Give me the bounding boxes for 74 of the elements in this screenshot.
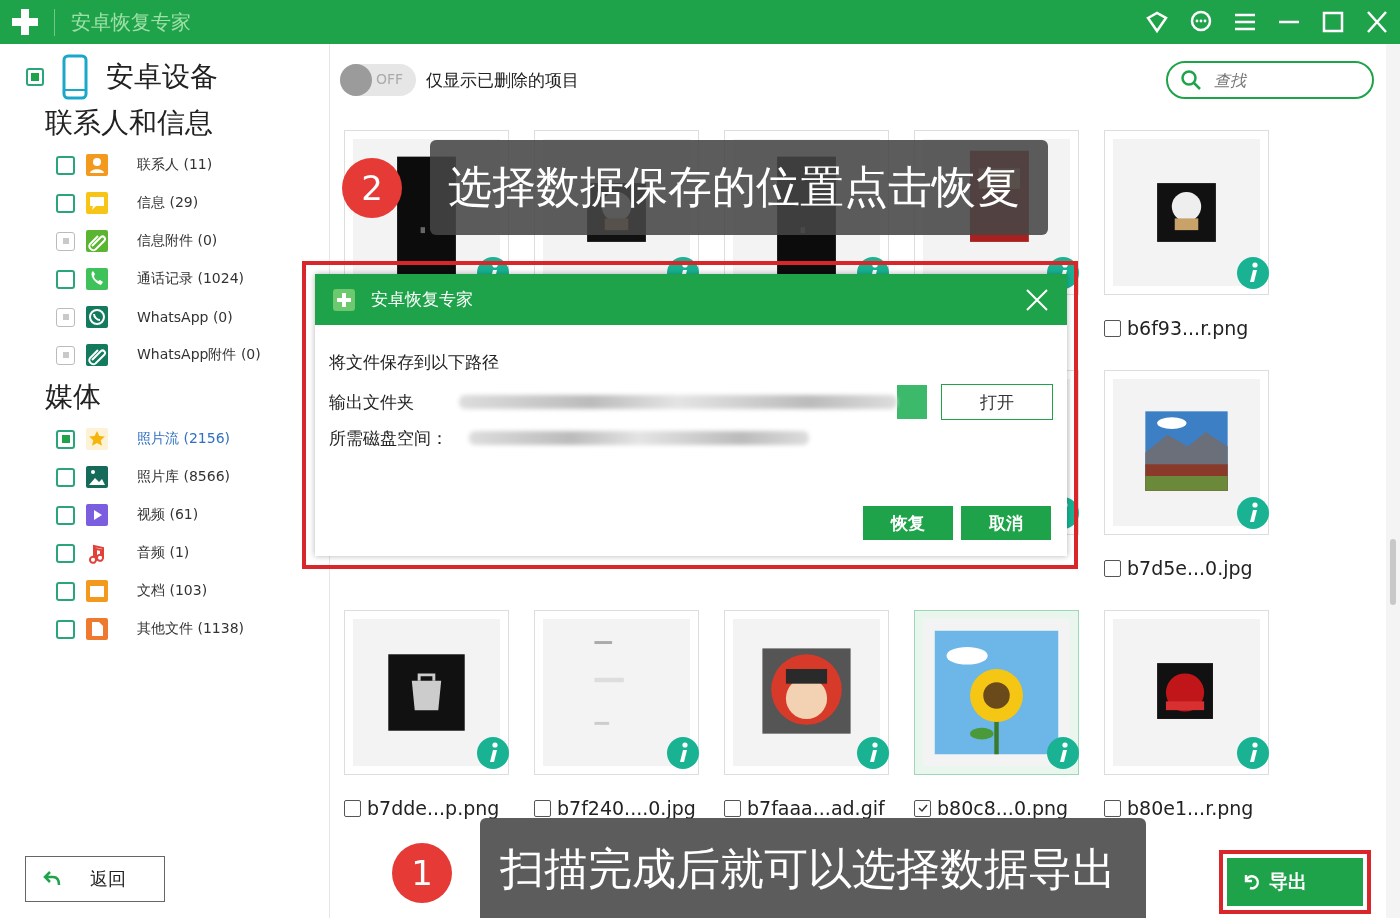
category-checkbox[interactable] xyxy=(56,619,75,639)
category-checkbox[interactable] xyxy=(56,505,75,525)
category-item[interactable]: 音频 (1) xyxy=(137,544,190,562)
thumbnail-tile[interactable] xyxy=(1104,130,1269,295)
close-icon[interactable] xyxy=(1364,10,1390,34)
phone-icon xyxy=(62,54,88,100)
file-checkbox[interactable] xyxy=(1104,799,1121,817)
category-checkbox[interactable] xyxy=(56,269,75,289)
category-item[interactable]: 信息 (29) xyxy=(137,194,199,212)
category-checkbox[interactable] xyxy=(56,543,75,563)
plus-logo-icon xyxy=(333,288,355,311)
callout-bubble: 扫描完成后就可以选择数据导出 xyxy=(480,818,1146,918)
browse-button[interactable] xyxy=(897,385,928,419)
thumbnail-tile[interactable] xyxy=(1104,370,1269,535)
category-checkbox[interactable] xyxy=(56,467,75,487)
thumbnail-tile[interactable] xyxy=(914,610,1079,775)
section-title: 联系人和信息 xyxy=(44,105,214,141)
file-checkbox[interactable] xyxy=(1104,319,1121,337)
window-title: 安卓恢复专家 xyxy=(54,8,191,36)
section-title: 媒体 xyxy=(44,379,102,415)
file-name: b80c8...0.png xyxy=(937,797,1069,819)
category-item[interactable]: 联系人 (11) xyxy=(137,156,213,174)
category-item[interactable]: 其他文件 (1138) xyxy=(137,620,244,638)
thumbnail-tile[interactable] xyxy=(344,610,509,775)
search-field[interactable]: 查找 xyxy=(1166,61,1374,99)
info-icon[interactable] xyxy=(1046,736,1080,770)
file-name: b7d5e...0.jpg xyxy=(1127,557,1253,579)
field-label: 输出文件夹 xyxy=(329,390,415,414)
checkmark-icon xyxy=(916,802,929,814)
category-item[interactable]: 视频 (61) xyxy=(137,506,199,524)
info-icon[interactable] xyxy=(476,736,510,770)
back-button[interactable]: 返回 xyxy=(25,856,165,902)
file-checkbox[interactable] xyxy=(534,799,551,817)
file-checkbox[interactable] xyxy=(344,799,361,817)
maximize-icon[interactable] xyxy=(1320,10,1346,34)
blurred-path-field[interactable] xyxy=(458,395,898,409)
info-icon[interactable] xyxy=(856,736,890,770)
info-icon[interactable] xyxy=(1236,736,1270,770)
file-name: b7f240....0.jpg xyxy=(557,797,696,819)
chat-icon[interactable] xyxy=(1188,10,1214,34)
thumbnail-tile[interactable] xyxy=(534,610,699,775)
device-checkbox[interactable] xyxy=(26,68,44,86)
dialog-title: 安卓恢复专家 xyxy=(371,288,473,311)
file-checkbox[interactable] xyxy=(1104,559,1121,577)
file-name: b7dde...p.png xyxy=(367,797,500,819)
callout-bubble: 选择数据保存的位置点击恢复 xyxy=(430,140,1048,235)
category-checkbox[interactable] xyxy=(56,193,75,213)
category-item[interactable]: 照片流 (2156) xyxy=(137,430,230,448)
thumbnail-tile[interactable] xyxy=(1104,610,1269,775)
category-item[interactable]: 文档 (103) xyxy=(137,582,208,600)
category-item[interactable]: 照片库 (8566) xyxy=(137,468,230,486)
dialog-heading: 将文件保存到以下路径 xyxy=(329,351,500,374)
info-icon[interactable] xyxy=(1236,496,1270,530)
plus-logo-icon xyxy=(10,7,40,37)
close-icon[interactable] xyxy=(1025,287,1049,312)
info-icon[interactable] xyxy=(666,736,700,770)
category-checkbox[interactable] xyxy=(56,155,75,175)
file-checkbox[interactable] xyxy=(724,799,741,817)
field-label: 所需磁盘空间： xyxy=(329,426,449,450)
file-name: b80e1...r.png xyxy=(1127,797,1254,819)
thumbnail-tile[interactable] xyxy=(724,610,889,775)
device-label: 安卓设备 xyxy=(106,59,218,95)
file-name: b6f93...r.png xyxy=(1127,317,1249,339)
search-icon xyxy=(1180,69,1202,91)
step-badge: 1 xyxy=(392,842,452,903)
diamond-icon[interactable] xyxy=(1144,10,1170,34)
file-checkbox[interactable] xyxy=(914,799,931,817)
category-checkbox[interactable] xyxy=(56,581,75,601)
toggle-caption: 仅显示已删除的项目 xyxy=(426,68,579,92)
file-name: b7faaa...ad.gif xyxy=(747,797,885,819)
category-item[interactable]: 通话记录 (1024) xyxy=(137,270,244,288)
info-icon[interactable] xyxy=(1236,256,1270,290)
category-checkbox[interactable] xyxy=(56,429,75,449)
open-button[interactable]: 打开 xyxy=(941,384,1053,420)
